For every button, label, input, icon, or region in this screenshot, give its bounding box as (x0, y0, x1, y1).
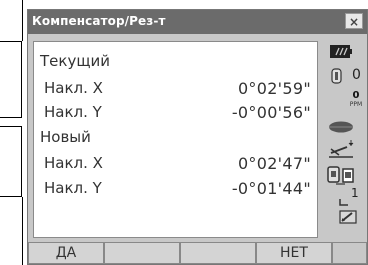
tilt-compensation-icon (327, 139, 357, 163)
current-heading-row: Текущий (34, 50, 317, 72)
current-tilt-x-value: 0°02'59" (237, 79, 311, 98)
new-tilt-x-label: Накл. X (44, 154, 103, 172)
bracket-current (0, 41, 22, 118)
ppm-icon: 0 PPM (346, 90, 366, 109)
new-tilt-y-value: -0°01'44" (231, 179, 311, 198)
battery-icon (330, 43, 352, 62)
current-tilt-y-label: Накл. Y (44, 103, 102, 121)
laser-beam-icon (328, 118, 354, 137)
input-mode-icon (339, 209, 357, 228)
close-button[interactable]: × (345, 13, 363, 29)
softkey-3[interactable] (180, 242, 256, 264)
new-heading: Новый (40, 128, 91, 146)
bracket-line-top (22, 0, 23, 41)
target-prism-icon (330, 68, 344, 88)
status-icon-column: 0 0 PPM 1 (322, 41, 367, 238)
face-icon (339, 191, 349, 210)
current-tilt-x-label: Накл. X (44, 79, 103, 97)
close-icon: × (348, 15, 360, 29)
new-tilt-x-value: 0°02'47" (237, 154, 311, 173)
bracket-line-bottom (22, 197, 23, 265)
softkey-2[interactable] (104, 242, 180, 264)
face-number: 1 (351, 186, 359, 200)
current-tilt-y-row: Накл. Y -0°00'56" (34, 101, 317, 123)
current-heading: Текущий (40, 52, 110, 70)
compensator-results-panel: Текущий Накл. X 0°02'59" Накл. Y -0°00'5… (33, 41, 318, 238)
softkey-bar: ДА НЕТ (28, 242, 367, 264)
ppm-unit: PPM (349, 101, 363, 108)
current-tilt-x-row: Накл. X 0°02'59" (34, 77, 317, 99)
softkey-blank (332, 242, 367, 264)
ppm-value: 0 (352, 90, 360, 101)
device-screen: Компенсатор/Рез-т × Текущий Накл. X 0°02… (27, 9, 368, 265)
new-heading-row: Новый (34, 126, 317, 148)
new-tilt-x-row: Накл. X 0°02'47" (34, 152, 317, 174)
title-bar: Компенсатор/Рез-т × (28, 10, 367, 34)
current-tilt-y-value: -0°00'56" (231, 103, 311, 122)
new-tilt-y-row: Накл. Y -0°01'44" (34, 177, 317, 199)
new-tilt-y-label: Накл. Y (44, 179, 102, 197)
bracket-new (0, 126, 22, 197)
softkey-no[interactable]: НЕТ (256, 242, 332, 264)
window-title: Компенсатор/Рез-т (32, 14, 166, 28)
softkey-yes[interactable]: ДА (28, 242, 104, 264)
prism-constant-value: 0 (352, 67, 361, 83)
